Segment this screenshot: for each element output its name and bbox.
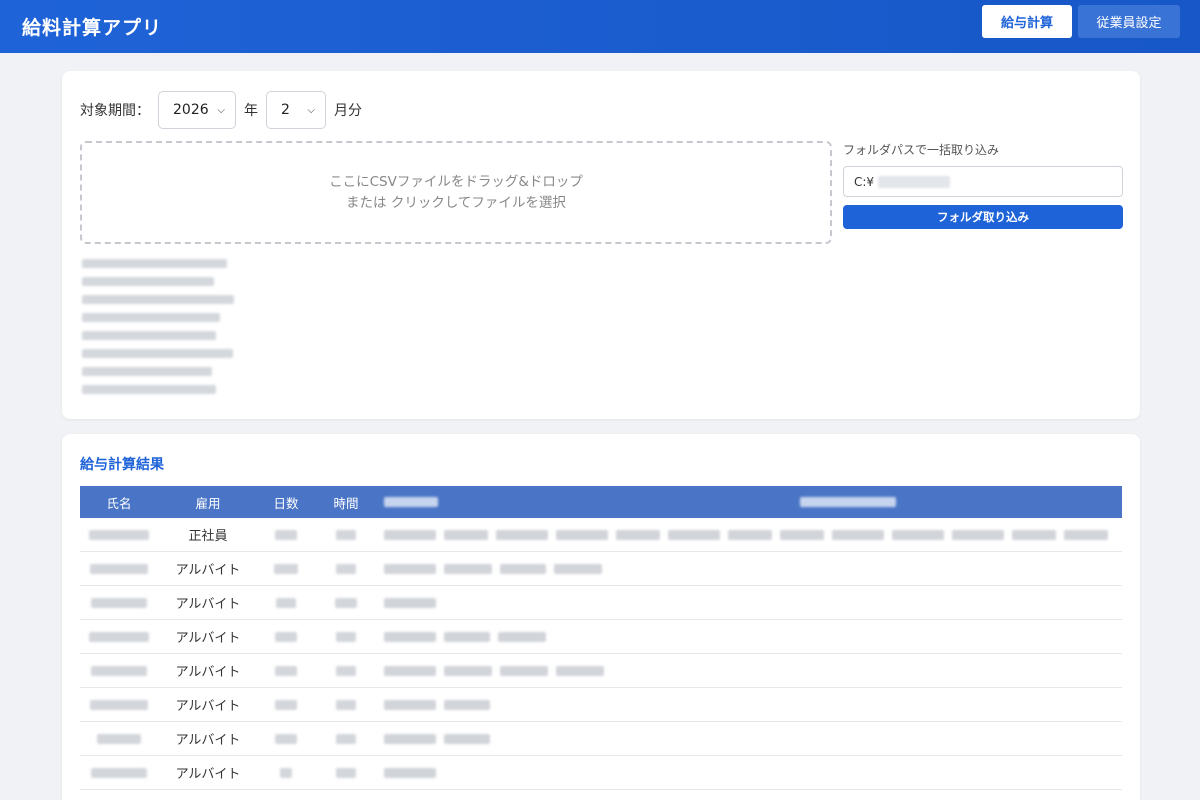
col-hours: 時間 (333, 495, 359, 511)
month-select[interactable]: 2 ⌵ (266, 91, 326, 129)
employment-type: アルバイト (175, 597, 241, 612)
redacted-details (378, 529, 1108, 540)
results-table: 氏名 雇用 日数 時間 正社員 アルバイト アルバイト アルバイト アルバイト … (80, 486, 1122, 790)
period-selector: 対象期間： 2026 ⌵ 年 2 ⌵ 月分 (80, 91, 362, 129)
period-label: 対象期間： (80, 103, 150, 119)
app-header: 給料計算アプリ 給与計算 従業員設定 (0, 0, 1200, 53)
month-value: 2 (281, 102, 290, 118)
redacted-details (378, 665, 604, 676)
dropzone-text-line2: または クリックしてファイルを選択 (346, 194, 566, 211)
folder-import-panel: フォルダパスで一括取り込み C:¥ フォルダ取り込み (843, 141, 1123, 229)
table-row: アルバイト (80, 620, 1122, 654)
table-row: アルバイト (80, 552, 1122, 586)
table-row: アルバイト (80, 654, 1122, 688)
employment-type: アルバイト (175, 563, 241, 578)
employment-type: 正社員 (188, 529, 228, 544)
employment-type: アルバイト (175, 733, 241, 748)
table-row: アルバイト (80, 586, 1122, 620)
table-row: アルバイト (80, 756, 1122, 790)
list-item (82, 326, 234, 344)
list-item (82, 344, 234, 362)
employment-type: アルバイト (175, 767, 241, 782)
month-suffix: 月分 (334, 103, 362, 119)
folder-path-value: C:¥ (854, 174, 875, 189)
employment-type: アルバイト (175, 665, 241, 680)
redacted-header (800, 497, 896, 507)
col-days: 日数 (273, 495, 299, 511)
redacted-details (378, 563, 602, 574)
list-item (82, 272, 234, 290)
list-item (82, 362, 234, 380)
list-item (82, 380, 234, 398)
results-title: 給与計算結果 (80, 457, 164, 473)
nav-employee-settings-button[interactable]: 従業員設定 (1078, 5, 1180, 38)
redacted-details (378, 631, 546, 642)
employment-type: アルバイト (175, 631, 241, 646)
chevron-down-icon: ⌵ (307, 104, 315, 116)
redacted-details (378, 597, 436, 608)
year-select[interactable]: 2026 ⌵ (158, 91, 236, 129)
table-header: 氏名 雇用 日数 時間 (80, 486, 1122, 518)
employment-type: アルバイト (175, 699, 241, 714)
folder-path-label: フォルダパスで一括取り込み (843, 143, 1000, 157)
nav-payroll-button[interactable]: 給与計算 (982, 5, 1072, 38)
list-item (82, 290, 234, 308)
col-type: 雇用 (195, 495, 221, 511)
redacted-details (378, 699, 490, 710)
table-row: アルバイト (80, 688, 1122, 722)
year-value: 2026 (173, 102, 209, 118)
redacted-details (378, 767, 436, 778)
year-suffix: 年 (244, 103, 258, 119)
dropzone-text-line1: ここにCSVファイルをドラッグ&ドロップ (329, 173, 583, 190)
table-row: アルバイト (80, 722, 1122, 756)
list-item (82, 308, 234, 326)
imported-file-list (82, 254, 234, 398)
csv-dropzone[interactable]: ここにCSVファイルをドラッグ&ドロップ または クリックしてファイルを選択 (80, 141, 832, 244)
folder-import-button[interactable]: フォルダ取り込み (843, 205, 1123, 229)
import-card: 対象期間： 2026 ⌵ 年 2 ⌵ 月分 ここにCSVファイルをドラッグ&ドロ… (62, 71, 1140, 419)
folder-path-input[interactable]: C:¥ (843, 166, 1123, 197)
list-item (82, 254, 234, 272)
col-name: 氏名 (106, 495, 132, 511)
app-title: 給料計算アプリ (22, 17, 163, 39)
chevron-down-icon: ⌵ (217, 104, 225, 116)
redacted-details (378, 733, 490, 744)
main-nav: 給与計算 従業員設定 (982, 5, 1180, 38)
table-row: 正社員 (80, 518, 1122, 552)
results-card: 給与計算結果 氏名 雇用 日数 時間 正社員 アルバイト アルバイト アルバイト… (62, 434, 1140, 800)
redacted-header (384, 497, 438, 507)
redacted-path (878, 175, 951, 188)
